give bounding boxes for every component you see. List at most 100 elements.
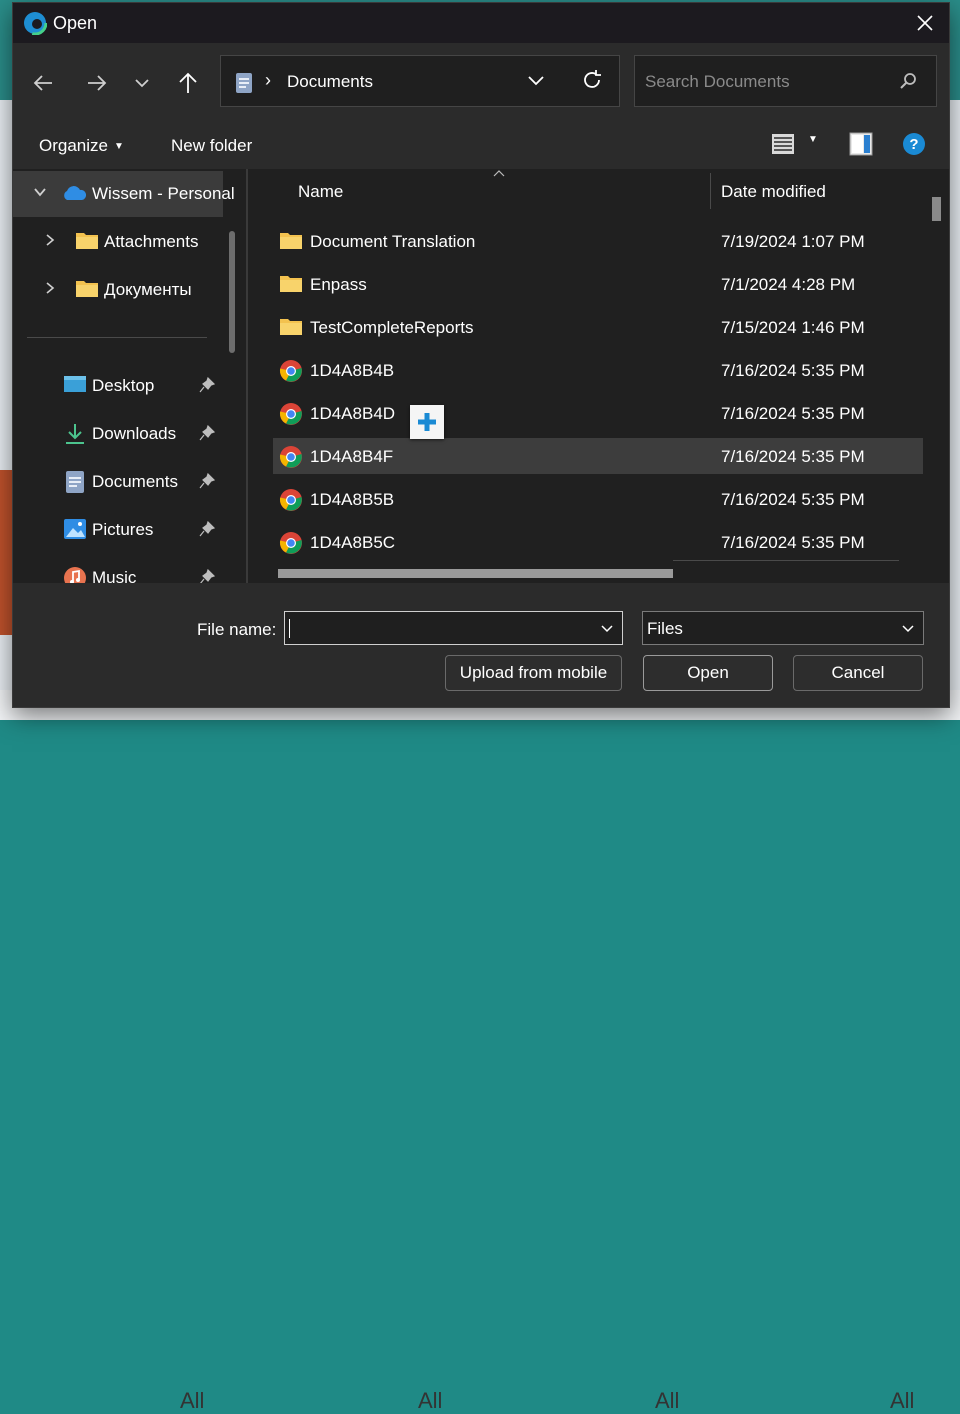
- chevron-down-icon: [901, 622, 915, 640]
- quick-access-label: Pictures: [92, 520, 154, 539]
- folder-icon: [279, 316, 303, 341]
- file-row[interactable]: 1D4A8B4B 7/16/2024 5:35 PM: [273, 352, 923, 388]
- column-header-name[interactable]: Name: [298, 182, 343, 202]
- upload-from-mobile-button[interactable]: Upload from mobile: [445, 655, 622, 691]
- quick-access-label: Downloads: [92, 424, 177, 443]
- file-row[interactable]: 1D4A8B4D 7/16/2024 5:35 PM: [273, 395, 923, 431]
- chevron-right-icon[interactable]: [43, 281, 57, 298]
- back-button[interactable]: [27, 67, 59, 99]
- file-row[interactable]: Enpass 7/1/2024 4:28 PM: [273, 266, 923, 302]
- quick-access-pictures[interactable]: Pictures: [13, 507, 223, 553]
- open-button[interactable]: Open: [643, 655, 773, 691]
- close-icon: [917, 15, 933, 31]
- folder-icon: [279, 230, 303, 255]
- horizontal-scrollbar-thumb[interactable]: [278, 569, 673, 578]
- file-name: 1D4A8B4F: [310, 447, 394, 466]
- help-icon: ?: [903, 133, 925, 155]
- text-cursor: [289, 619, 290, 638]
- file-name: TestCompleteReports: [310, 318, 474, 337]
- address-history-button[interactable]: [526, 70, 546, 95]
- forward-button[interactable]: [81, 67, 113, 99]
- search-input[interactable]: Search Documents: [645, 72, 790, 92]
- background-tab-all: All: [655, 1388, 680, 1413]
- file-row[interactable]: 1D4A8B5B 7/16/2024 5:35 PM: [273, 481, 923, 517]
- pin-icon: [199, 520, 216, 542]
- chevron-down-icon: [135, 79, 149, 88]
- preview-pane-button[interactable]: [849, 132, 873, 161]
- nav-scrollbar[interactable]: [229, 231, 235, 353]
- file-date-modified: 7/16/2024 5:35 PM: [721, 404, 865, 423]
- organize-menu[interactable]: Organize ▼: [39, 136, 124, 156]
- help-button[interactable]: ?: [902, 132, 926, 161]
- music-icon: [63, 566, 87, 583]
- quick-access-label: Music: [92, 568, 137, 583]
- folder-icon: [75, 230, 99, 255]
- arrow-left-icon: [33, 75, 52, 91]
- nav-item-onedrive[interactable]: Wissem - Personal: [13, 171, 235, 217]
- file-date-modified: 7/1/2024 4:28 PM: [721, 275, 856, 294]
- chrome-icon: [279, 359, 303, 388]
- sort-ascending-icon: [493, 169, 505, 180]
- file-name: 1D4A8B5B: [310, 490, 395, 509]
- folder-icon: [75, 278, 99, 303]
- drag-copy-indicator: [410, 405, 444, 439]
- new-folder-button[interactable]: New folder: [171, 136, 252, 156]
- document-icon: [65, 470, 85, 499]
- caret-down-icon[interactable]: ▼: [808, 134, 818, 145]
- column-header-date-modified[interactable]: Date modified: [721, 182, 826, 202]
- arrow-right-icon: [88, 75, 107, 91]
- file-date-modified: 7/19/2024 1:07 PM: [721, 232, 865, 251]
- navigation-bar: › Documents Search Documents: [13, 43, 949, 121]
- file-name-label: File name:: [197, 620, 277, 639]
- nav-item-attachments[interactable]: Attachments: [13, 219, 223, 265]
- file-row[interactable]: TestCompleteReports 7/15/2024 1:46 PM: [273, 309, 923, 345]
- search-icon: [900, 72, 918, 95]
- file-date-modified: 7/16/2024 5:35 PM: [721, 490, 865, 509]
- quick-access-label: Documents: [92, 472, 178, 491]
- breadcrumb-documents[interactable]: Documents: [287, 72, 373, 92]
- close-button[interactable]: [901, 3, 949, 43]
- chevron-right-icon[interactable]: [43, 233, 57, 250]
- cancel-button[interactable]: Cancel: [793, 655, 923, 691]
- file-name: Enpass: [310, 275, 367, 294]
- file-date-modified: 7/16/2024 5:35 PM: [721, 533, 865, 552]
- column-header-row: Name Date modified: [253, 169, 949, 213]
- dialog-footer: File name: Files Upload from mobile Open…: [13, 583, 949, 707]
- file-row[interactable]: 1D4A8B4F 7/16/2024 5:35 PM: [273, 438, 923, 474]
- background-tab-all: All: [418, 1388, 443, 1413]
- search-box[interactable]: Search Documents: [634, 55, 937, 107]
- chevron-down-icon[interactable]: [600, 622, 614, 640]
- download-icon: [63, 422, 87, 451]
- command-bar: Organize ▼ New folder ▼ ?: [13, 121, 949, 169]
- refresh-button[interactable]: [581, 69, 603, 96]
- nav-item-documents-ru[interactable]: Документы: [13, 267, 223, 313]
- view-options-button[interactable]: [771, 133, 795, 160]
- file-type-select[interactable]: Files: [642, 611, 924, 645]
- quick-access-desktop[interactable]: Desktop: [13, 363, 223, 409]
- nav-item-label: Документы: [104, 280, 192, 299]
- open-file-dialog: Open › Documents Search Documents Organi…: [12, 2, 950, 708]
- file-row[interactable]: 1D4A8B5C 7/16/2024 5:35 PM: [273, 524, 923, 560]
- plus-icon: [418, 413, 436, 431]
- quick-access-downloads[interactable]: Downloads: [13, 411, 223, 457]
- chevron-down-icon[interactable]: [33, 185, 47, 202]
- caret-down-icon: ▼: [113, 141, 124, 153]
- quick-access-documents[interactable]: Documents: [13, 459, 223, 505]
- column-divider[interactable]: [710, 173, 711, 209]
- nav-item-label: Attachments: [104, 232, 199, 251]
- file-date-modified: 7/16/2024 5:35 PM: [721, 361, 865, 380]
- pin-icon: [199, 472, 216, 494]
- pin-icon: [199, 424, 216, 446]
- recent-locations-button[interactable]: [126, 67, 158, 99]
- chrome-icon: [279, 445, 303, 474]
- nav-divider: [27, 337, 207, 338]
- vertical-scrollbar-thumb[interactable]: [932, 197, 941, 221]
- file-row[interactable]: Document Translation 7/19/2024 1:07 PM: [273, 223, 923, 259]
- nav-item-label: Wissem - Personal: [92, 184, 235, 203]
- refresh-icon: [584, 70, 601, 88]
- pane-splitter[interactable]: [246, 169, 248, 583]
- up-button[interactable]: [172, 67, 204, 99]
- file-name-input[interactable]: [284, 611, 623, 645]
- address-bar[interactable]: › Documents: [220, 55, 620, 107]
- quick-access-music[interactable]: Music: [13, 555, 223, 583]
